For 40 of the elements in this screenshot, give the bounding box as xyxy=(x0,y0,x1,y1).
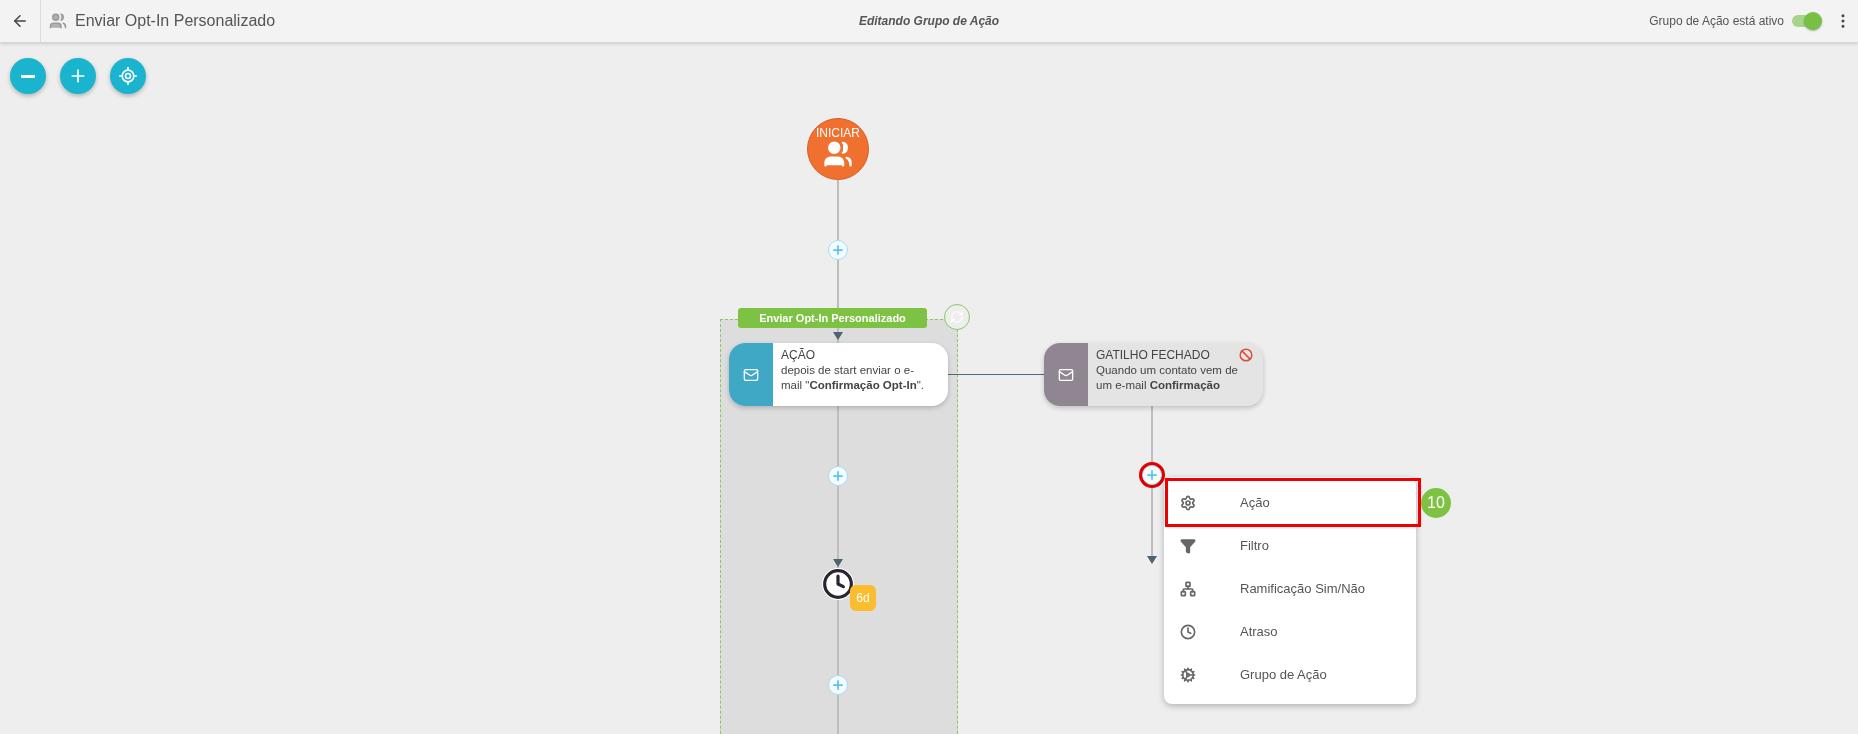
minus-icon xyxy=(21,74,35,78)
clock-icon xyxy=(1178,623,1198,640)
zoom-in-button[interactable] xyxy=(60,58,96,94)
plus-icon xyxy=(831,243,845,257)
editing-label: Editando Grupo de Ação xyxy=(858,14,1000,28)
menu-item[interactable]: Filtro xyxy=(1164,524,1416,567)
step-badge: 10 xyxy=(1421,488,1451,518)
menu-item[interactable]: Atraso xyxy=(1164,610,1416,653)
refresh-icon[interactable] xyxy=(944,304,970,330)
add-step-button[interactable] xyxy=(1142,465,1162,485)
crosshair-icon xyxy=(118,66,138,86)
group-label: Enviar Opt-In Personalizado xyxy=(738,308,927,328)
plus-icon xyxy=(831,678,845,692)
arrow-head-icon xyxy=(833,559,843,567)
plus-icon xyxy=(1145,468,1159,482)
branch-icon xyxy=(1178,580,1198,597)
zoom-out-button[interactable] xyxy=(10,58,46,94)
gear-icon xyxy=(1178,494,1198,511)
mail-icon xyxy=(743,366,759,383)
menu-item[interactable]: Ramificação Sim/Não xyxy=(1164,567,1416,610)
people-icon xyxy=(823,139,853,169)
node-title: AÇÃO xyxy=(781,348,815,363)
action-node[interactable]: AÇÃO depois de start enviar o e-mail "Confirmação Opt-In". xyxy=(729,343,948,406)
filter-icon xyxy=(1178,537,1198,554)
menu-item[interactable]: Ação xyxy=(1168,481,1418,524)
node-description: depois de start enviar o e-mail "Confirmação Opt-In". xyxy=(781,363,925,393)
node-title: GATILHO FECHADO xyxy=(1096,348,1210,363)
arrow-head-icon xyxy=(1147,556,1157,564)
node-description: Quando um contato vem de um e-mail Confirmação xyxy=(1096,363,1239,393)
plus-icon xyxy=(831,469,845,483)
group-icon xyxy=(49,12,67,30)
status-label: Grupo de Ação está ativo xyxy=(1649,14,1784,28)
center-view-button[interactable] xyxy=(110,58,146,94)
active-toggle[interactable] xyxy=(1792,15,1820,27)
delay-badge: 6d xyxy=(850,585,876,611)
mail-icon xyxy=(1058,366,1074,383)
disabled-icon xyxy=(1239,348,1253,362)
arrow-head-icon xyxy=(833,332,843,340)
menu-item[interactable]: Grupo de Ação xyxy=(1164,653,1416,696)
page-title: Enviar Opt-In Personalizado xyxy=(75,12,276,30)
